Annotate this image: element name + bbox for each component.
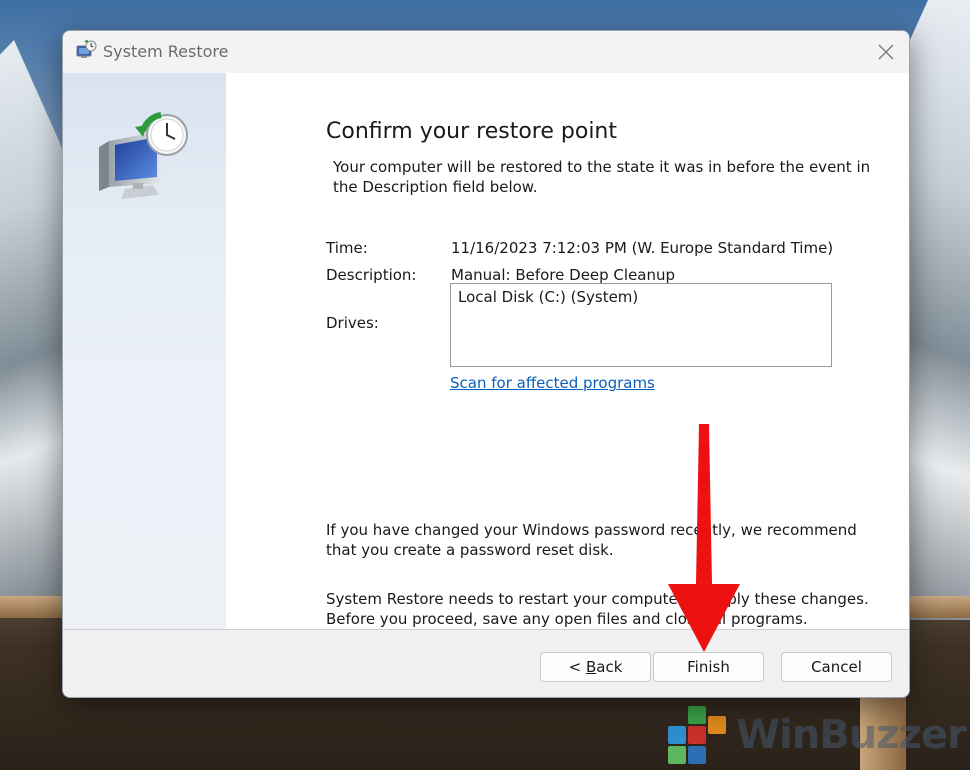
list-item[interactable]: Local Disk (C:) (System)	[458, 288, 824, 306]
drives-label: Drives:	[326, 314, 379, 332]
back-prefix: <	[568, 658, 586, 676]
monitor-clock-restore-icon	[99, 112, 188, 199]
password-note: If you have changed your Windows passwor…	[326, 521, 857, 559]
title-bar[interactable]: System Restore	[63, 31, 909, 73]
back-button[interactable]: < Back	[540, 652, 651, 682]
watermark-text: WinBuzzer	[736, 712, 967, 758]
button-bar: < Back Finish Cancel	[63, 630, 909, 697]
back-accelerator: B	[585, 658, 597, 676]
description-value: Manual: Before Deep Cleanup	[451, 266, 676, 284]
scan-affected-programs-link[interactable]: Scan for affected programs	[450, 374, 655, 392]
watermark-logo-icon	[668, 706, 730, 764]
cancel-button[interactable]: Cancel	[781, 652, 892, 682]
time-label: Time:	[326, 239, 368, 257]
back-rest: ack	[596, 658, 623, 676]
close-icon	[878, 44, 894, 60]
system-restore-dialog: System Restore Confirm your restore poin…	[62, 30, 910, 698]
fence-rail-left	[0, 596, 66, 618]
content-area: Confirm your restore point Your computer…	[226, 73, 909, 629]
watermark: WinBuzzer	[668, 706, 967, 764]
window-title: System Restore	[103, 42, 229, 61]
red-arrow-annotation	[668, 424, 740, 652]
finish-button[interactable]: Finish	[653, 652, 764, 682]
restart-note: System Restore needs to restart your com…	[326, 590, 869, 628]
time-value: 11/16/2023 7:12:03 PM (W. Europe Standar…	[451, 239, 834, 257]
drives-list[interactable]: Local Disk (C:) (System)	[450, 283, 832, 367]
page-title: Confirm your restore point	[326, 119, 618, 144]
sidebar-panel	[63, 73, 227, 629]
system-restore-icon	[76, 40, 97, 58]
close-button[interactable]	[869, 35, 903, 69]
description-label: Description:	[326, 266, 417, 284]
intro-text: Your computer will be restored to the st…	[333, 158, 871, 196]
fence-rail-right	[904, 596, 970, 618]
